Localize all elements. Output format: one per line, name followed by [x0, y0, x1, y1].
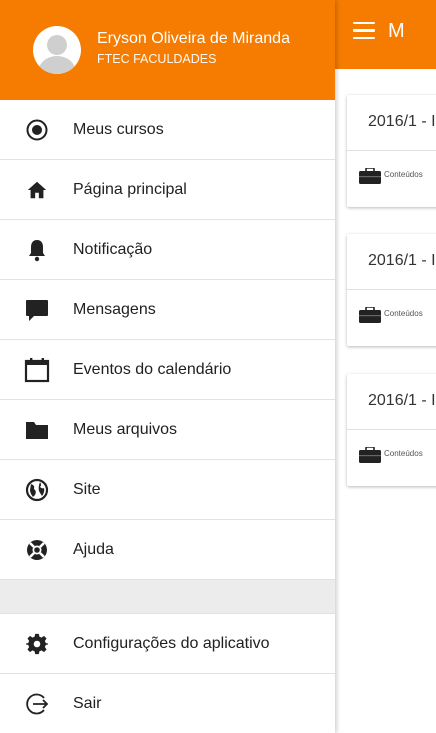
avatar[interactable]: [33, 26, 81, 74]
course-title: 2016/1 - I: [368, 113, 436, 130]
card-divider: [347, 289, 436, 290]
menu-section-divider: [0, 580, 335, 614]
menu-item-pagina-principal[interactable]: Página principal: [0, 160, 335, 220]
radio-target-icon: [24, 117, 50, 143]
menu-item-label: Ajuda: [73, 540, 114, 558]
globe-icon: [24, 477, 50, 503]
menu-item-label: Site: [73, 480, 101, 498]
menu-item-label: Eventos do calendário: [73, 360, 232, 378]
course-title: 2016/1 - I: [368, 252, 436, 269]
card-divider: [347, 429, 436, 430]
menu-item-meus-arquivos[interactable]: Meus arquivos: [0, 400, 335, 460]
drawer-header: Eryson Oliveira de Miranda FTEC FACULDAD…: [0, 0, 335, 100]
home-icon: [24, 177, 50, 203]
menu-item-site[interactable]: Site: [0, 460, 335, 520]
menu-item-configuracoes[interactable]: Configurações do aplicativo: [0, 614, 335, 674]
menu-item-sair[interactable]: Sair: [0, 674, 335, 733]
briefcase-icon: [359, 307, 381, 323]
course-contents-label[interactable]: Conteúdos: [384, 309, 423, 318]
drawer-menu: Meus cursos Página principal Notificação…: [0, 100, 335, 733]
course-contents-label[interactable]: Conteúdos: [384, 449, 423, 458]
calendar-icon: [24, 357, 50, 383]
briefcase-icon: [359, 168, 381, 184]
course-card[interactable]: 2016/1 - I Conteúdos: [347, 234, 436, 346]
menu-item-meus-cursos[interactable]: Meus cursos: [0, 100, 335, 160]
menu-item-label: Notificação: [73, 240, 153, 258]
app-title: M: [388, 20, 405, 42]
navigation-drawer: Eryson Oliveira de Miranda FTEC FACULDAD…: [0, 0, 335, 733]
folder-icon: [24, 417, 50, 443]
menu-item-notificacao[interactable]: Notificação: [0, 220, 335, 280]
menu-item-mensagens[interactable]: Mensagens: [0, 280, 335, 340]
course-contents-label[interactable]: Conteúdos: [384, 170, 423, 179]
menu-item-label: Meus arquivos: [73, 420, 178, 438]
menu-item-label: Sair: [73, 695, 102, 712]
message-bubble-icon: [24, 297, 50, 323]
bell-icon: [24, 237, 50, 263]
hamburger-menu-icon[interactable]: [353, 22, 375, 40]
menu-item-label: Página principal: [73, 180, 187, 198]
user-name: Eryson Oliveira de Miranda: [97, 30, 290, 47]
menu-item-ajuda[interactable]: Ajuda: [0, 520, 335, 580]
menu-item-eventos-do-calendario[interactable]: Eventos do calendário: [0, 340, 335, 400]
menu-item-label: Meus cursos: [73, 120, 164, 138]
menu-item-label: Mensagens: [73, 300, 156, 318]
briefcase-icon: [359, 447, 381, 463]
menu-item-label: Configurações do aplicativo: [73, 634, 270, 652]
card-divider: [347, 150, 436, 151]
logout-icon: [24, 691, 50, 717]
gear-icon: [24, 631, 50, 657]
course-title: 2016/1 - I: [368, 392, 436, 409]
course-card[interactable]: 2016/1 - I Conteúdos: [347, 374, 436, 486]
user-organization: FTEC FACULDADES: [97, 52, 217, 66]
lifebuoy-icon: [24, 537, 50, 563]
course-card[interactable]: 2016/1 - I Conteúdos: [347, 95, 436, 207]
